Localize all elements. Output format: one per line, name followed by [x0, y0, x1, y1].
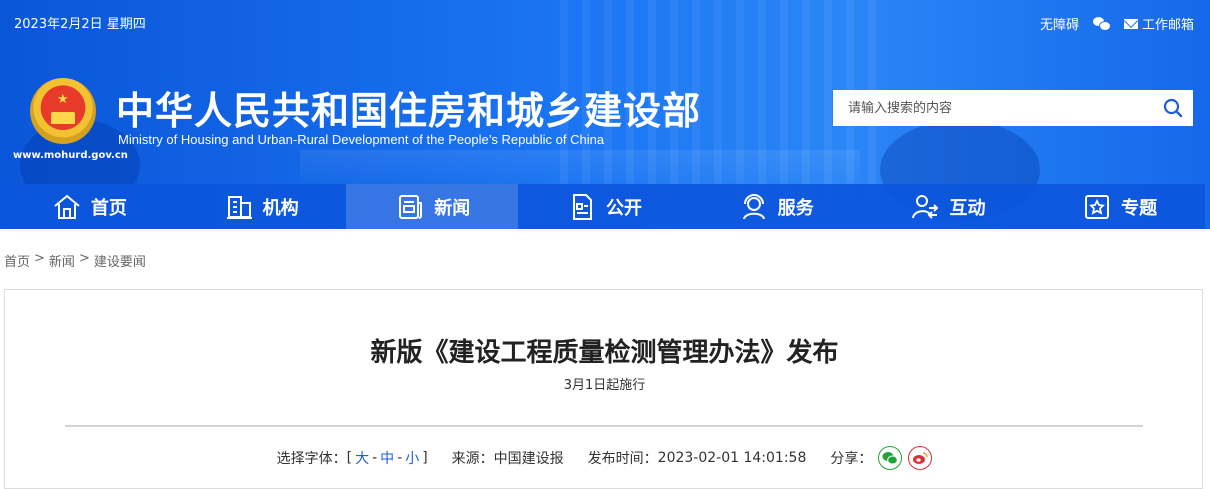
star-icon	[1085, 194, 1110, 219]
home-icon	[54, 194, 80, 219]
font-size-separator: -	[397, 450, 403, 466]
site-title-english: Ministry of Housing and Urban-Rural Deve…	[118, 132, 605, 147]
nav-item-interaction[interactable]: 互动	[862, 184, 1034, 229]
article-title: 新版《建设工程质量检测管理办法》发布	[370, 338, 839, 368]
font-size-selector: 选择字体： [ 大 - 中 - 小 ]	[277, 448, 428, 468]
article-card: 新版《建设工程质量检测管理办法》发布 3月1日起施行 选择字体： [ 大 - 中…	[4, 289, 1203, 489]
share-section: 分享：	[830, 446, 933, 470]
search-input[interactable]	[833, 90, 1153, 126]
publish-time: 发布时间： 2023-02-01 14:01:58	[588, 448, 807, 468]
nav-item-label: 专题	[1121, 197, 1158, 219]
mail-link-label: 工作邮箱	[1141, 18, 1194, 33]
source-label: 来源：	[451, 451, 494, 467]
font-size-separator: -	[372, 450, 378, 466]
service-icon	[742, 193, 765, 219]
breadcrumb-home[interactable]: 首页	[4, 251, 30, 270]
search-box	[833, 90, 1193, 126]
nav-item-organization[interactable]: 机构	[175, 184, 347, 229]
nav-item-label: 新闻	[434, 197, 471, 219]
nav-item-public[interactable]: 公开	[518, 184, 690, 229]
nav-item-news[interactable]: 新闻	[346, 184, 519, 229]
font-size-large-link[interactable]: 大	[355, 448, 369, 468]
breadcrumb: 首页 > 新闻 > 建设要闻	[4, 251, 146, 270]
nav-item-topics[interactable]: 专题	[1033, 184, 1205, 229]
divider	[65, 425, 1143, 427]
wechat-link[interactable]	[1092, 17, 1111, 31]
share-weibo-button[interactable]	[908, 446, 933, 470]
wechat-icon	[882, 452, 899, 465]
article-meta: 选择字体： [ 大 - 中 - 小 ] 来源： 中国建设报 发布时间： 2023…	[5, 446, 1204, 470]
article-subtitle: 3月1日起施行	[563, 378, 646, 393]
interaction-icon	[912, 194, 939, 219]
article-source: 来源： 中国建设报	[452, 448, 564, 468]
font-size-label: 选择字体：	[276, 451, 347, 467]
mail-icon	[1123, 18, 1138, 29]
share-label: 分享：	[830, 451, 873, 467]
nav-item-label: 首页	[90, 197, 127, 219]
font-size-medium-link[interactable]: 中	[380, 448, 394, 468]
publish-time-value: 2023-02-01 14:01:58	[657, 450, 807, 466]
search-icon	[1163, 98, 1183, 118]
main-nav: 首页 机构 新闻 公开 服务 互动 专题	[3, 184, 1205, 229]
site-title[interactable]: 中华人民共和国住房和城乡建设部	[116, 80, 701, 135]
weibo-icon	[913, 452, 929, 464]
breadcrumb-separator: >	[34, 251, 45, 266]
nav-item-label: 服务	[777, 197, 814, 219]
wechat-icon	[1092, 17, 1111, 31]
nav-item-label: 机构	[262, 197, 299, 219]
breadcrumb-separator: >	[78, 251, 90, 266]
nav-item-label: 互动	[949, 197, 986, 219]
font-size-bracket-open: [	[346, 450, 353, 466]
nav-item-service[interactable]: 服务	[690, 184, 862, 229]
breadcrumb-construction-news[interactable]: 建设要闻	[94, 251, 146, 270]
site-url: www.mohurd.gov.cn	[13, 150, 128, 161]
font-size-bracket-close: ]	[422, 450, 428, 466]
mail-link[interactable]: 工作邮箱	[1123, 14, 1194, 33]
search-button[interactable]	[1153, 90, 1193, 126]
national-emblem-logo: ★	[30, 78, 96, 144]
breadcrumb-news[interactable]: 新闻	[49, 251, 75, 270]
share-wechat-button[interactable]	[878, 446, 903, 470]
emblem-gate	[51, 112, 75, 124]
publish-time-label: 发布时间：	[587, 451, 658, 467]
document-icon	[573, 193, 593, 220]
accessibility-link[interactable]: 无障碍	[1040, 14, 1079, 33]
nav-item-home[interactable]: 首页	[3, 184, 175, 229]
current-date: 2023年2月2日 星期四	[14, 17, 146, 32]
newspaper-icon	[399, 194, 423, 219]
source-value: 中国建设报	[493, 451, 564, 467]
top-links: 无障碍 工作邮箱	[1040, 14, 1194, 33]
building-icon	[226, 195, 252, 219]
emblem-star: ★	[57, 92, 69, 107]
font-size-small-link[interactable]: 小	[405, 448, 419, 468]
header-banner: 2023年2月2日 星期四 无障碍 工作邮箱 ★ www.mohurd.gov.…	[0, 0, 1210, 229]
nav-item-label: 公开	[606, 197, 643, 219]
